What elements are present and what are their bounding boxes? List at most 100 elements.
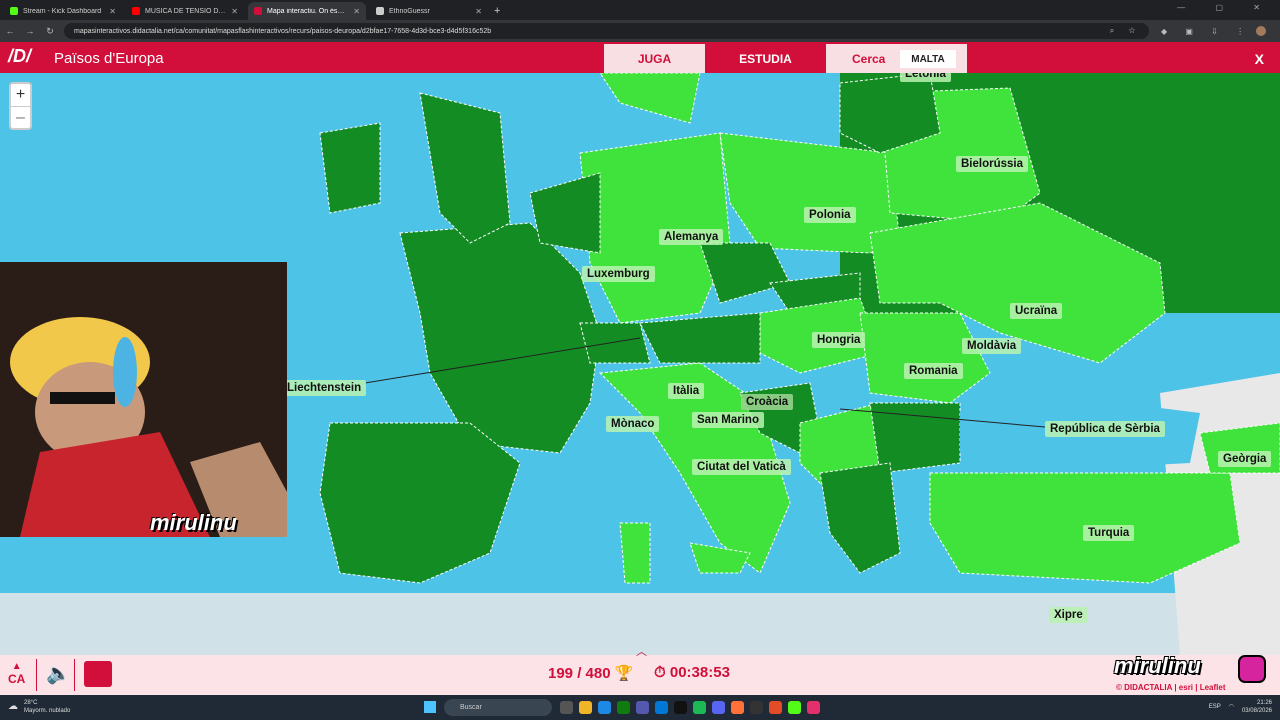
label-ucraina[interactable]: Ucraïna [1010,303,1063,319]
label-georgia[interactable]: Geòrgia [1218,451,1272,467]
label-bielorussia[interactable]: Bielorússia [956,156,1028,172]
wifi-icon[interactable]: ◠ [1229,703,1234,711]
window-controls[interactable]: — ▢ ✕ [1177,3,1274,12]
label-monaco[interactable]: Mònaco [606,416,660,432]
zoom-out-button[interactable]: – [11,106,30,128]
didactalia-icon [254,7,262,15]
firefox-icon[interactable] [731,701,744,714]
flag-icon: ▲ [11,661,22,672]
label-alemanya[interactable]: Alemanya [659,229,724,245]
label-turquia[interactable]: Turquia [1083,525,1135,541]
tab-mapa[interactable]: Mapa interactiu. On és? Països ✕ [248,2,366,20]
tiktok-icon[interactable] [674,701,687,714]
denmark-shape[interactable] [599,73,701,124]
search-label: Buscar [460,704,482,711]
kick-icon[interactable] [788,701,801,714]
great-britain-shape[interactable] [419,92,511,244]
label-sanmarino[interactable]: San Marino [692,412,764,428]
close-tab-icon[interactable]: ✕ [109,7,116,16]
taskview-icon[interactable] [560,701,573,714]
france-shape[interactable] [399,222,601,454]
url-text: mapasinteractivos.didactalia.net/ca/comu… [74,27,492,35]
windows-start-icon[interactable] [424,701,436,713]
weather-temp: 28°C [24,700,38,706]
profile-avatar[interactable] [1256,26,1267,36]
label-vatica[interactable]: Ciutat del Vaticà [692,459,791,475]
browser-tabbar: Stream - Kick Dashboard ✕ MÚSICA DE TENSI… [0,0,1280,20]
germany-shape[interactable] [579,132,731,324]
edge-icon[interactable] [598,701,611,714]
app-icon[interactable] [807,701,820,714]
label-letonia[interactable]: Letònia [900,73,951,82]
benelux-shape[interactable] [529,172,601,254]
extension-icons[interactable]: ◆ ▣ ⇩ ⋮ [1161,27,1252,36]
stream-brand-overlay: mirulinu © DIDACTALIA | esri | Leaflet [1112,653,1280,695]
new-tab-button[interactable]: + [494,2,500,20]
spain-shape[interactable] [319,422,521,584]
streamer-image [0,262,287,537]
close-tab-icon[interactable]: ✕ [231,7,238,16]
store-icon[interactable] [655,701,668,714]
zoom-in-button[interactable]: + [11,84,30,106]
omnibox-icons[interactable]: ⌕ ☆ [1110,26,1141,36]
sardinia-shape[interactable] [619,522,651,584]
system-tray[interactable]: ESP ◠ 21:26 03/08/2026 [1209,699,1272,715]
obs-icon[interactable] [750,701,763,714]
spotify-icon[interactable] [693,701,706,714]
label-italia[interactable]: Itàlia [668,383,705,399]
webcam-overlay [0,262,287,537]
label-serbia[interactable]: República de Sèrbia [1045,421,1165,437]
czechia-shape[interactable] [699,242,791,304]
bulgaria-shape[interactable] [869,402,961,474]
estudia-button[interactable]: ESTUDIA [705,44,826,73]
didactalia-logo[interactable]: /D/ [8,46,31,67]
cloud-icon: ☁ [8,701,18,712]
cam-watermark: mirulinu [150,510,237,535]
discord-icon[interactable] [712,701,725,714]
close-button[interactable]: X [1255,51,1264,67]
juga-button[interactable]: JUGA [604,44,705,73]
language-label: CA [8,672,26,686]
explorer-icon[interactable] [579,701,592,714]
austria-shape[interactable] [639,312,761,364]
romania-shape[interactable] [859,312,991,404]
language-selector[interactable]: ▲ CA [8,661,25,686]
taskbar-search[interactable]: Buscar [444,699,552,716]
timer-value: 00:38:53 [669,664,730,681]
tab-youtube[interactable]: MÚSICA DE TENSIÓ D"EL ✕ [126,2,244,20]
speaker-icon[interactable]: 🔈 [46,661,71,686]
close-tab-icon[interactable]: ✕ [353,7,360,16]
reload-icon[interactable]: ↻ [40,26,60,37]
label-romania[interactable]: Romania [904,363,963,379]
forward-icon[interactable]: → [20,26,40,36]
back-icon[interactable]: ← [0,26,20,36]
weather-widget[interactable]: ☁ 28°C Mayorm. nublado [8,699,70,715]
divider [74,659,75,691]
tab-title: MÚSICA DE TENSIÓ D"EL [145,7,227,15]
label-moldavia[interactable]: Moldàvia [962,338,1022,354]
label-polonia[interactable]: Polonia [804,207,856,223]
ireland-shape[interactable] [319,122,381,214]
label-liechtenstein[interactable]: Liechtenstein [282,380,367,396]
label-hongria[interactable]: Hongria [812,332,866,348]
label-luxemburg[interactable]: Luxemburg [582,266,655,282]
tray-language[interactable]: ESP [1209,703,1221,711]
label-xipre[interactable]: Xipre [1049,607,1088,623]
tab-title: EthnoGuessr [389,7,430,15]
menu-icon[interactable] [84,661,112,687]
teams-icon[interactable] [636,701,649,714]
switzerland-shape[interactable] [579,322,651,364]
label-croacia[interactable]: Croàcia [741,394,794,410]
url-field[interactable]: mapasinteractivos.didactalia.net/ca/comu… [64,23,1149,39]
tab-kick[interactable]: Stream - Kick Dashboard ✕ [4,2,122,20]
greece-shape[interactable] [819,462,901,574]
close-tab-icon[interactable]: ✕ [475,7,482,16]
chevron-up-icon[interactable]: ︿ [636,643,647,659]
cerca-label: Cerca [852,51,886,66]
address-bar-row: ← → ↻ mapasinteractivos.didactalia.net/c… [0,20,1280,42]
chrome-icon[interactable] [769,701,782,714]
xbox-icon[interactable] [617,701,630,714]
tab-ethnoguessr[interactable]: EthnoGuessr ✕ [370,2,488,20]
weather-desc: Mayorm. nublado [24,708,71,714]
zoom-control: + – [9,82,32,130]
